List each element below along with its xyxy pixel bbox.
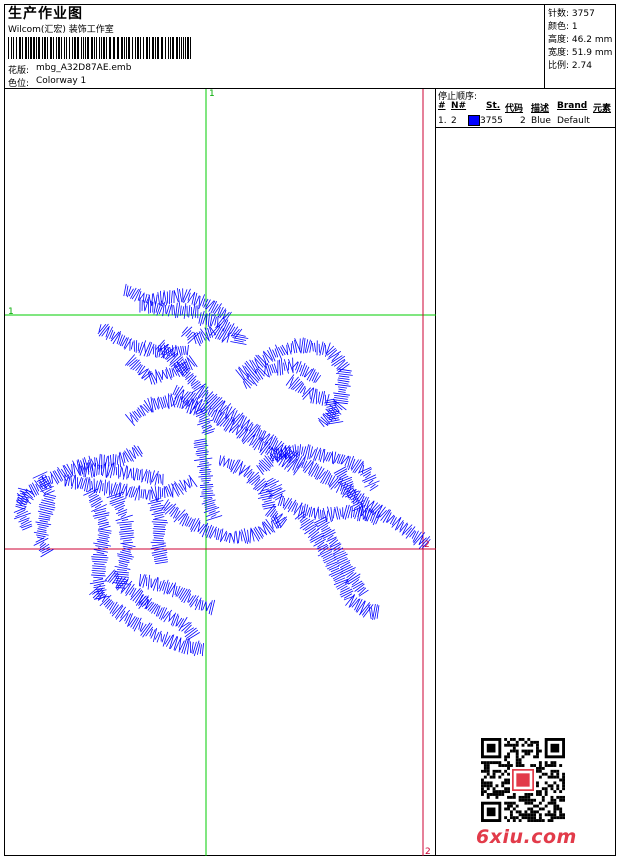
green-top-marker: 1 bbox=[209, 89, 215, 99]
qr-code bbox=[481, 738, 565, 822]
site-logo: 6xiu.com bbox=[476, 826, 577, 848]
green-left-marker: 1 bbox=[8, 307, 14, 317]
embroidery-canvas bbox=[5, 89, 436, 856]
red-bottom-marker: 2 bbox=[425, 847, 431, 857]
red-right-marker: 2 bbox=[424, 540, 430, 550]
knight-on-horse-embroidery bbox=[13, 283, 431, 657]
